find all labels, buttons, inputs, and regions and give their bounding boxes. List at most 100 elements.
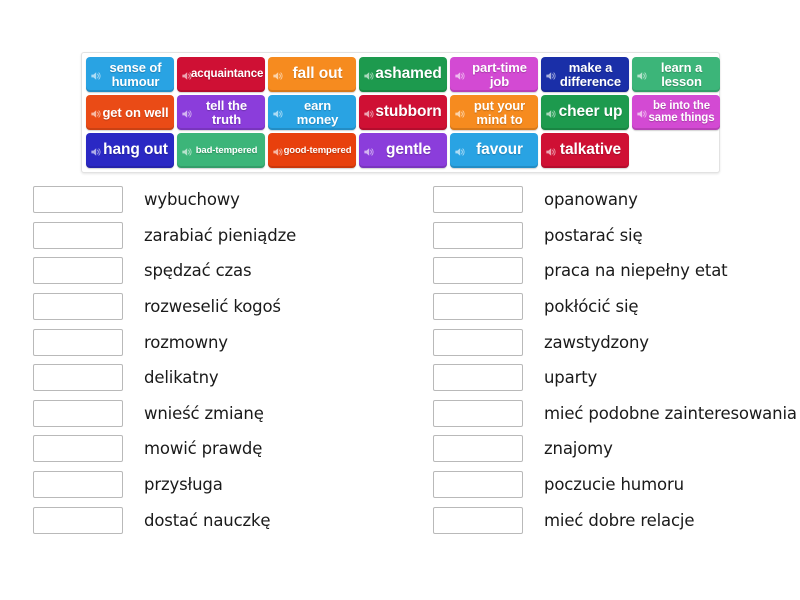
- answer-label: mieć podobne zainteresowania: [544, 403, 797, 423]
- answer-label: wybuchowy: [144, 190, 240, 210]
- word-tile[interactable]: learn a lesson: [632, 57, 720, 92]
- answer-drop-box[interactable]: [433, 399, 523, 427]
- answer-drop-box[interactable]: [33, 471, 123, 499]
- answer-drop-box[interactable]: [33, 506, 123, 534]
- answer-label: mowić prawdę: [144, 439, 263, 459]
- word-tile[interactable]: bad-tempered: [177, 133, 265, 168]
- activity-page: sense of humour acquaintance fall out asham…: [0, 0, 800, 600]
- answer-drop-box[interactable]: [433, 471, 523, 499]
- answer-row: pokłócić się: [433, 289, 800, 325]
- tile-empty-slot: [632, 133, 720, 168]
- answer-label: przysługa: [144, 475, 223, 495]
- answer-drop-box[interactable]: [433, 221, 523, 249]
- answer-drop-box[interactable]: [33, 364, 123, 392]
- answer-drop-box[interactable]: [33, 435, 123, 463]
- word-tile-label: get on well: [102, 104, 169, 120]
- answer-row: uparty: [433, 360, 800, 396]
- word-tile[interactable]: tell the truth: [177, 95, 265, 130]
- answer-label: delikatny: [144, 368, 219, 388]
- answer-row: praca na niepełny etat: [433, 253, 800, 289]
- word-tile-label: acquaintance: [191, 67, 264, 80]
- answer-drop-box[interactable]: [433, 435, 523, 463]
- word-tile-label: be into the same things: [648, 99, 715, 124]
- answer-label: uparty: [544, 368, 598, 388]
- tile-row: sense of humour acquaintance fall out asham…: [86, 57, 720, 92]
- answer-drop-box[interactable]: [433, 186, 523, 214]
- answer-label: rozweselić kogoś: [144, 297, 281, 317]
- word-tile[interactable]: cheer up: [541, 95, 629, 130]
- answer-drop-box[interactable]: [33, 293, 123, 321]
- answer-row: opanowany: [433, 182, 800, 218]
- answer-row: wybuchowy: [33, 182, 400, 218]
- answer-label: rozmowny: [144, 332, 228, 352]
- answer-row: mowić prawdę: [33, 431, 400, 467]
- word-tile[interactable]: fall out: [268, 57, 356, 92]
- word-tile[interactable]: talkative: [541, 133, 629, 168]
- word-tile-label: bad-tempered: [195, 144, 258, 156]
- word-tile-label: earn money: [296, 97, 339, 127]
- answer-drop-box[interactable]: [433, 257, 523, 285]
- answer-label: dostać nauczkę: [144, 510, 271, 530]
- answer-row: wnieść zmianę: [33, 396, 400, 432]
- word-tile[interactable]: make a difference: [541, 57, 629, 92]
- answer-drop-box[interactable]: [433, 506, 523, 534]
- answer-row: mieć podobne zainteresowania: [433, 396, 800, 432]
- word-tile[interactable]: acquaintance: [177, 57, 265, 92]
- word-tile-label: stubborn: [375, 103, 442, 121]
- answer-drop-box[interactable]: [433, 293, 523, 321]
- answer-drop-box[interactable]: [33, 257, 123, 285]
- word-tile-label: learn a lesson: [660, 59, 703, 89]
- word-tile-label: ashamed: [375, 65, 442, 83]
- answer-row: rozmowny: [33, 324, 400, 360]
- word-tile[interactable]: hang out: [86, 133, 174, 168]
- answer-column-left: wybuchowy zarabiać pieniądze spędzać czas r…: [0, 182, 400, 538]
- tile-row: get on well tell the truth earn money stubb…: [86, 95, 720, 130]
- word-tile-label: put your mind to: [473, 97, 526, 127]
- word-tile[interactable]: earn money: [268, 95, 356, 130]
- word-tile-label: gentle: [385, 141, 432, 159]
- answer-label: znajomy: [544, 439, 613, 459]
- answer-row: przysługa: [33, 467, 400, 503]
- answer-label: zarabiać pieniądze: [144, 225, 297, 245]
- answer-label: poczucie humoru: [544, 475, 684, 495]
- word-tile[interactable]: be into the same things: [632, 95, 720, 130]
- word-tile[interactable]: sense of humour: [86, 57, 174, 92]
- answer-drop-box[interactable]: [433, 328, 523, 356]
- answer-row: znajomy: [433, 431, 800, 467]
- word-tile-label: part-time job: [472, 59, 527, 89]
- answer-drop-box[interactable]: [33, 399, 123, 427]
- word-tile[interactable]: ashamed: [359, 57, 447, 92]
- word-tile[interactable]: favour: [450, 133, 538, 168]
- word-tile-label: make a difference: [559, 59, 622, 89]
- word-tile-label: hang out: [103, 141, 168, 159]
- answer-label: mieć dobre relacje: [544, 510, 695, 530]
- word-tile[interactable]: gentle: [359, 133, 447, 168]
- word-tile-label: tell the truth: [205, 97, 248, 127]
- answer-row: mieć dobre relacje: [433, 502, 800, 538]
- answer-label: wnieść zmianę: [144, 403, 264, 423]
- answer-drop-box[interactable]: [33, 221, 123, 249]
- word-tile-label: good-tempered: [283, 144, 352, 156]
- answer-label: postarać się: [544, 225, 643, 245]
- word-tile[interactable]: good-tempered: [268, 133, 356, 168]
- word-tile-label: sense of humour: [109, 59, 162, 89]
- answer-row: zarabiać pieniądze: [33, 218, 400, 254]
- word-tile[interactable]: get on well: [86, 95, 174, 130]
- answer-label: pokłócić się: [544, 297, 639, 317]
- word-tile[interactable]: put your mind to: [450, 95, 538, 130]
- answer-drop-box[interactable]: [433, 364, 523, 392]
- answer-row: delikatny: [33, 360, 400, 396]
- answer-label: zawstydzony: [544, 332, 649, 352]
- answer-drop-box[interactable]: [33, 328, 123, 356]
- answer-row: spędzać czas: [33, 253, 400, 289]
- answer-column-right: opanowany postarać się praca na niepełny e…: [400, 182, 800, 538]
- answer-row: postarać się: [433, 218, 800, 254]
- answer-label: spędzać czas: [144, 261, 252, 281]
- word-tile[interactable]: stubborn: [359, 95, 447, 130]
- word-tile[interactable]: part-time job: [450, 57, 538, 92]
- answer-label: opanowany: [544, 190, 638, 210]
- tile-row: hang out bad-tempered good-tempered gentle f…: [86, 133, 715, 168]
- answer-row: zawstydzony: [433, 324, 800, 360]
- word-tile-label: fall out: [292, 65, 343, 83]
- answer-drop-box[interactable]: [33, 186, 123, 214]
